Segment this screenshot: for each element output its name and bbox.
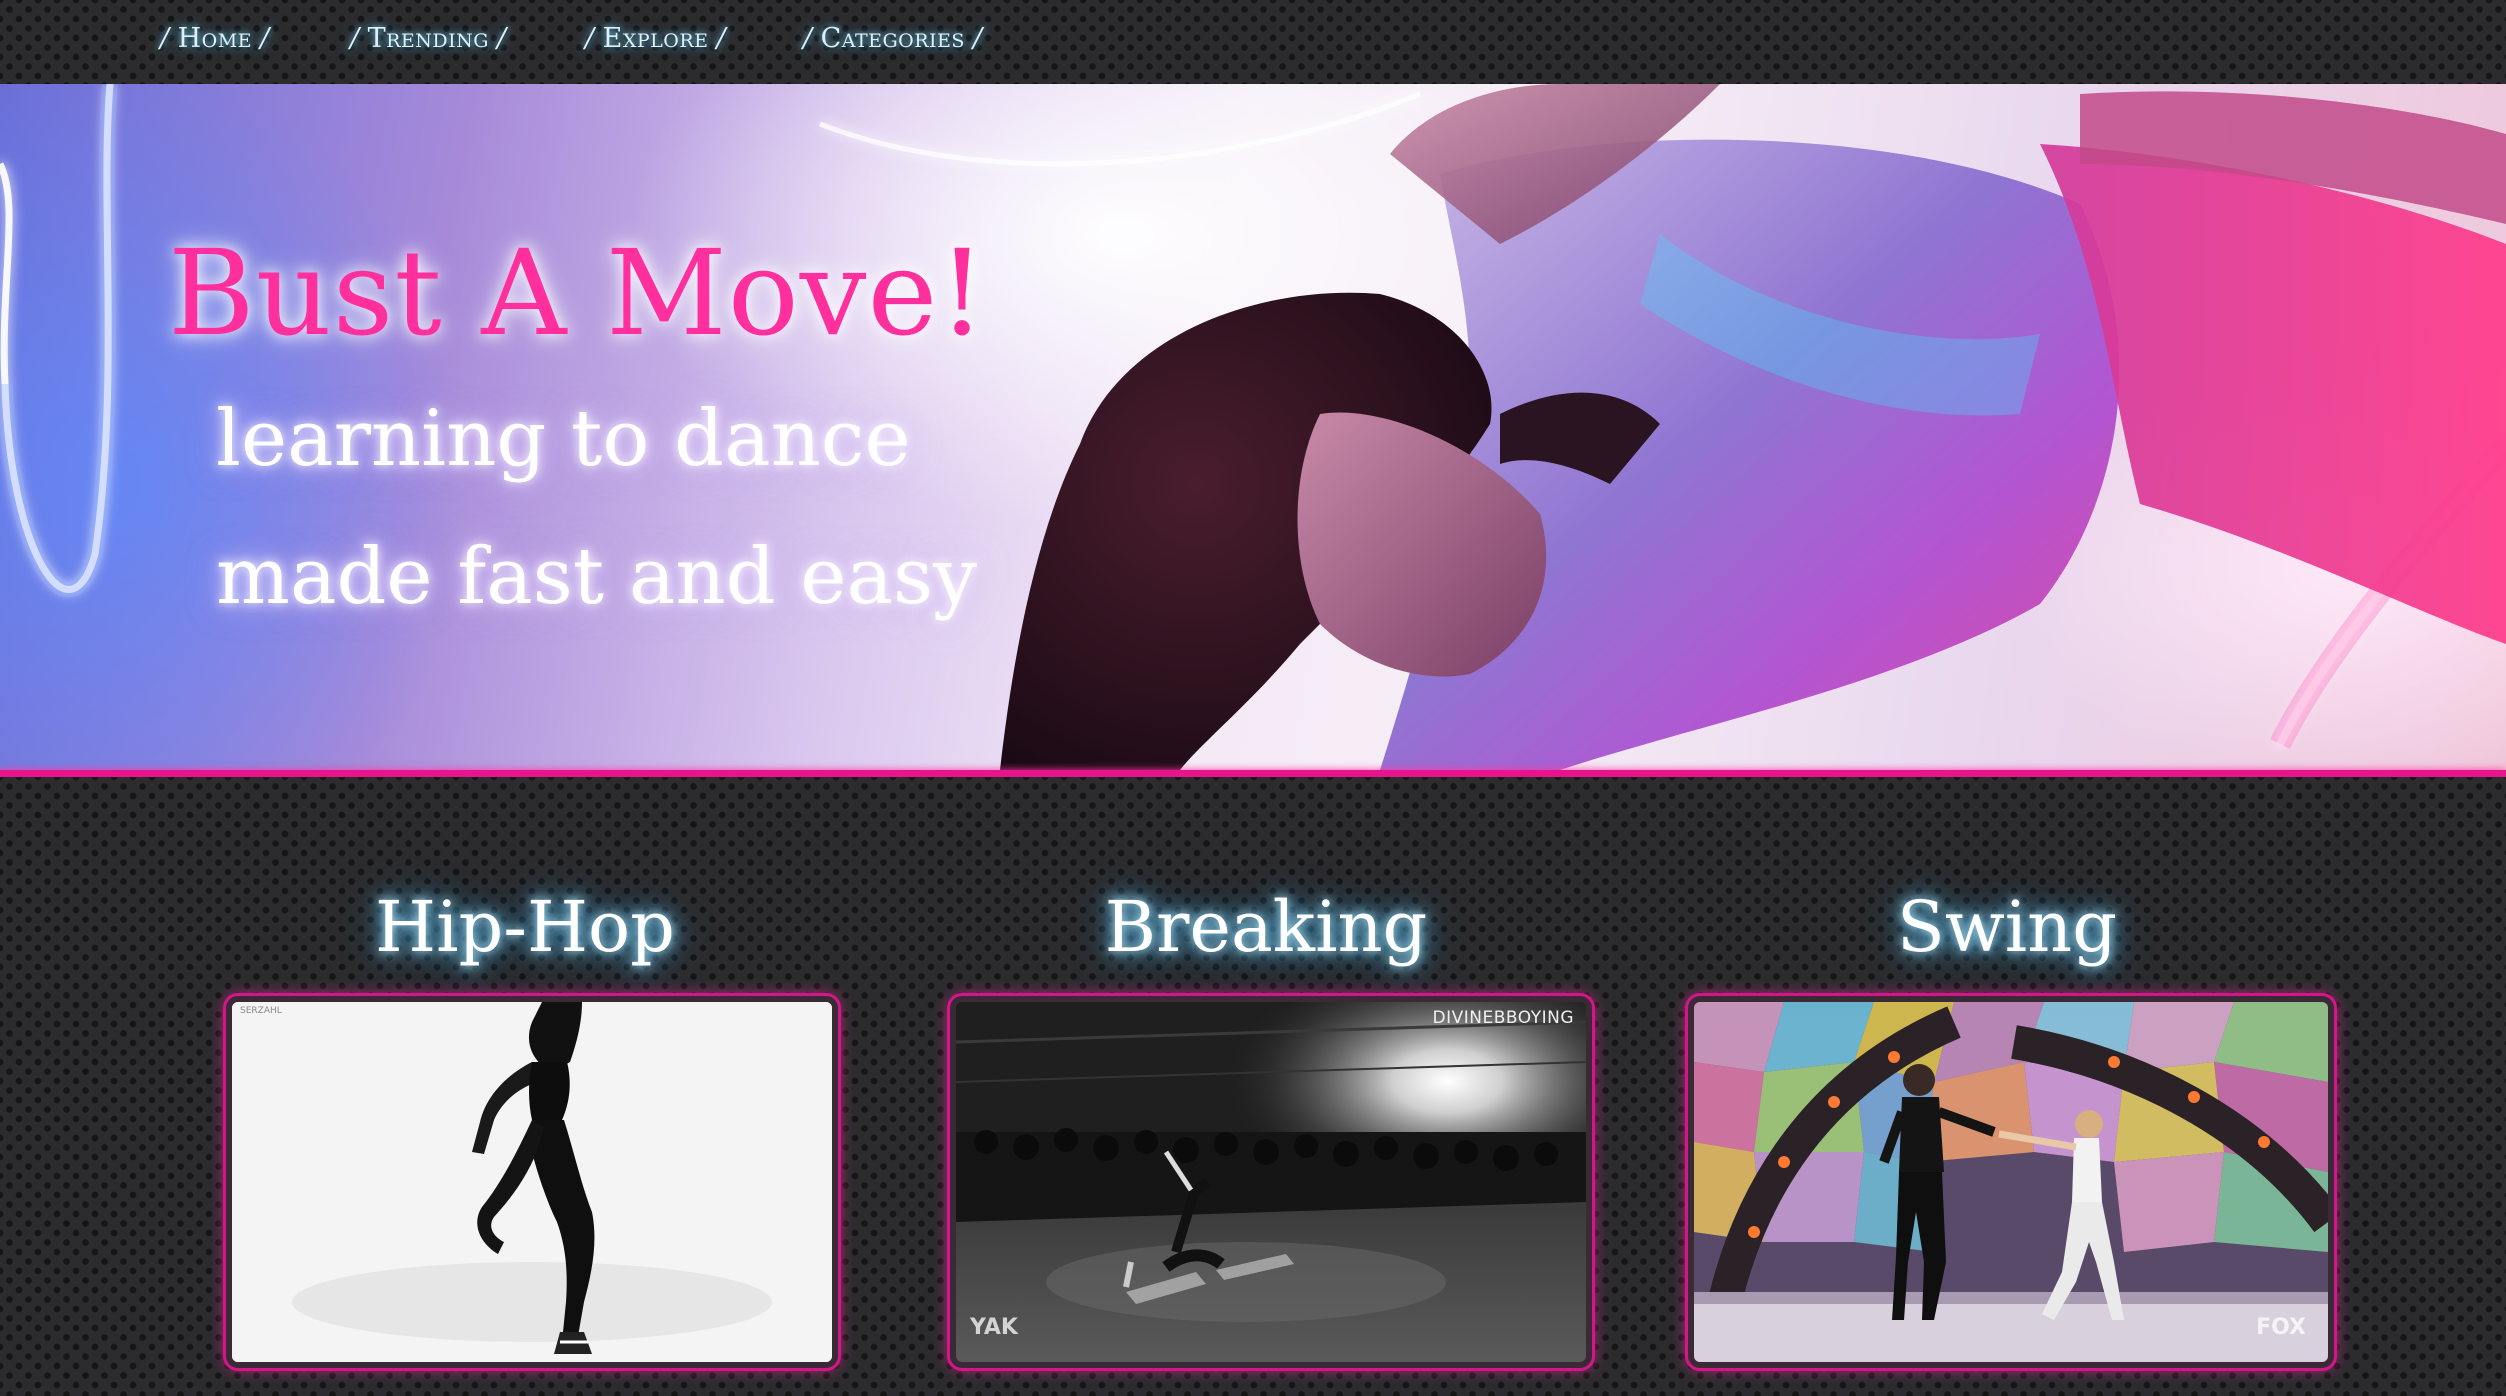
breaking-crowd-image <box>956 1002 1586 1362</box>
category-title-hiphop[interactable]: Hip-Hop <box>225 877 825 977</box>
hero-subtitle-line-2: made fast and easy <box>216 532 978 622</box>
hiphop-dancer-image <box>232 1002 832 1362</box>
hero-divider <box>0 770 2506 777</box>
category-title-swing[interactable]: Swing <box>1707 877 2307 977</box>
nav-separator: / <box>803 22 813 54</box>
nav-separator: / <box>350 22 360 54</box>
nav-separator: / <box>585 22 595 54</box>
nav-trending-link[interactable]: / Trending / <box>342 12 515 64</box>
dance-categories: Hip-Hop Breaking Swing SERZAHL DIVINEBBO… <box>0 777 2506 1396</box>
category-thumbnail-swing[interactable]: FOX <box>1688 996 2334 1368</box>
swing-dancers-image <box>1694 1002 2328 1362</box>
category-thumbnail-breaking[interactable]: DIVINEBBOYING YAK <box>950 996 1592 1368</box>
fox-logo: FOX <box>2256 1315 2306 1340</box>
nav-home-label: Home <box>177 22 253 54</box>
nav-categories-label: Categories <box>820 22 965 54</box>
nav-separator: / <box>972 22 983 54</box>
category-title-breaking[interactable]: Breaking <box>966 877 1566 977</box>
thumbnail-watermark: SERZAHL <box>240 1006 282 1016</box>
yak-logo: YAK <box>970 1315 1018 1340</box>
nav-home-link[interactable]: / Home / <box>152 12 278 64</box>
nav-trending-label: Trending <box>367 22 489 54</box>
nav-separator: / <box>260 22 270 54</box>
hero-title: Bust A Move! <box>168 224 987 362</box>
nav-categories-link[interactable]: / Categories / <box>795 12 991 64</box>
nav-separator: / <box>496 22 507 54</box>
hero-subtitle-line-1: learning to dance <box>216 394 911 484</box>
thumbnail-watermark: DIVINEBBOYING <box>1432 1008 1574 1028</box>
nav-explore-label: Explore <box>602 22 709 54</box>
hero-banner: Bust A Move! learning to dance made fast… <box>0 84 2506 770</box>
nav-explore-link[interactable]: / Explore / <box>577 12 734 64</box>
nav-separator: / <box>716 22 727 54</box>
nav-separator: / <box>160 22 170 54</box>
top-nav: / Home / / Trending / / Explore / / Categories / <box>0 0 2506 84</box>
category-thumbnail-hiphop[interactable]: SERZAHL <box>226 996 838 1368</box>
